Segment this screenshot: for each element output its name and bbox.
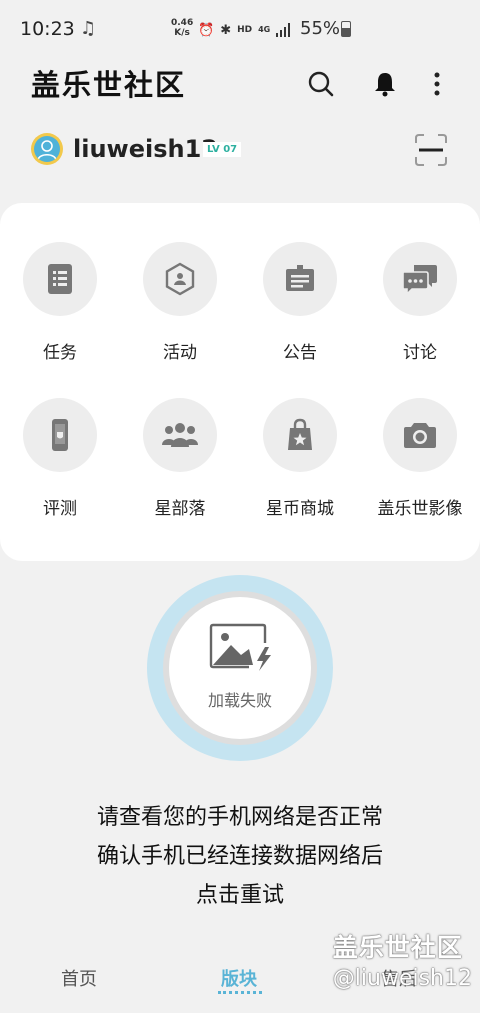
- network-speed-value: 0.46: [171, 18, 194, 28]
- user-avatar-icon: [37, 140, 57, 161]
- username[interactable]: liuweish12: [73, 135, 218, 163]
- bell-icon: [375, 73, 395, 97]
- music-note-icon: ♫: [80, 18, 97, 39]
- network-type: 4G: [258, 25, 271, 34]
- announcement-board-icon: [286, 265, 314, 291]
- more-vert-icon: [434, 72, 440, 96]
- battery-icon: [341, 21, 351, 37]
- error-line: 请查看您的手机网络是否正常: [96, 805, 383, 830]
- grid-item-discussion[interactable]: 讨论: [360, 242, 480, 382]
- bluetooth-icon: ✱: [220, 22, 232, 38]
- level-badge: LV 07: [203, 142, 242, 157]
- grid-item-announcement[interactable]: 公告: [240, 242, 360, 382]
- broken-image-icon: [209, 623, 271, 671]
- nav-item-boards[interactable]: 版块: [221, 965, 257, 991]
- load-failed-graphic[interactable]: 加载失败: [147, 575, 333, 761]
- grid-item-label: 星币商城: [266, 499, 334, 519]
- more-options-button[interactable]: [419, 66, 455, 102]
- search-button[interactable]: [303, 66, 339, 102]
- grid-item-label: 星部落: [154, 499, 206, 519]
- alarm-icon: ⏰: [198, 22, 215, 38]
- scan-button[interactable]: [414, 133, 448, 167]
- battery-percent: 55%: [300, 18, 341, 39]
- scan-icon: [415, 134, 447, 166]
- notification-button[interactable]: [367, 66, 403, 102]
- active-indicator: [218, 991, 262, 994]
- watermark-title: 盖乐世社区: [332, 933, 463, 962]
- watermark: 盖乐世社区 @liuweish12: [333, 928, 472, 991]
- discussion-chat-icon: [402, 265, 437, 295]
- watermark-user: @liuweish12: [332, 966, 472, 991]
- page-title: 盖乐世社区: [31, 68, 187, 102]
- grid-item-review[interactable]: 评测: [0, 398, 120, 538]
- status-bar: 10:23 ♫ 0.46 K/s ⏰ ✱ HD 4G 55%: [0, 0, 480, 58]
- grid-item-label: 活动: [163, 343, 197, 363]
- phone-review-icon: [52, 419, 68, 451]
- shopping-bag-icon: [288, 418, 312, 450]
- camera-icon: [404, 423, 436, 448]
- grid-item-task[interactable]: 任务: [0, 242, 120, 382]
- grid-item-galaxy-photo[interactable]: 盖乐世影像: [360, 398, 480, 538]
- search-icon: [308, 71, 334, 97]
- category-grid: 任务 活动 公告 讨论 评测 星部落 星币商城 盖乐世影像: [0, 203, 480, 561]
- task-list-icon: [48, 264, 72, 294]
- grid-item-label: 评测: [43, 499, 77, 519]
- grid-item-label: 讨论: [403, 343, 437, 363]
- grid-item-label: 任务: [43, 343, 77, 363]
- network-speed-unit: K/s: [174, 28, 190, 38]
- nav-item-home[interactable]: 首页: [61, 965, 97, 991]
- grid-item-label: 公告: [283, 343, 317, 363]
- error-line: 确认手机已经连接数据网络后: [96, 844, 383, 869]
- grid-item-star-mall[interactable]: 星币商城: [240, 398, 360, 538]
- error-message: 请查看您的手机网络是否正常 确认手机已经连接数据网络后 点击重试: [0, 798, 480, 915]
- status-icons: ⏰ ✱ HD 4G: [198, 20, 291, 40]
- status-time: 10:23: [20, 18, 75, 40]
- signal-icon: [276, 23, 291, 37]
- grid-item-activity[interactable]: 活动: [120, 242, 240, 382]
- load-failed-text: 加载失败: [207, 691, 272, 710]
- grid-item-label: 盖乐世影像: [377, 499, 463, 519]
- network-speed: 0.46 K/s: [171, 18, 193, 38]
- grid-item-star-tribe[interactable]: 星部落: [120, 398, 240, 538]
- hd-label: HD: [237, 25, 253, 35]
- group-people-icon: [162, 423, 198, 447]
- retry-link[interactable]: 点击重试: [0, 876, 480, 915]
- event-hexagon-icon: [165, 262, 195, 296]
- avatar[interactable]: [31, 133, 63, 165]
